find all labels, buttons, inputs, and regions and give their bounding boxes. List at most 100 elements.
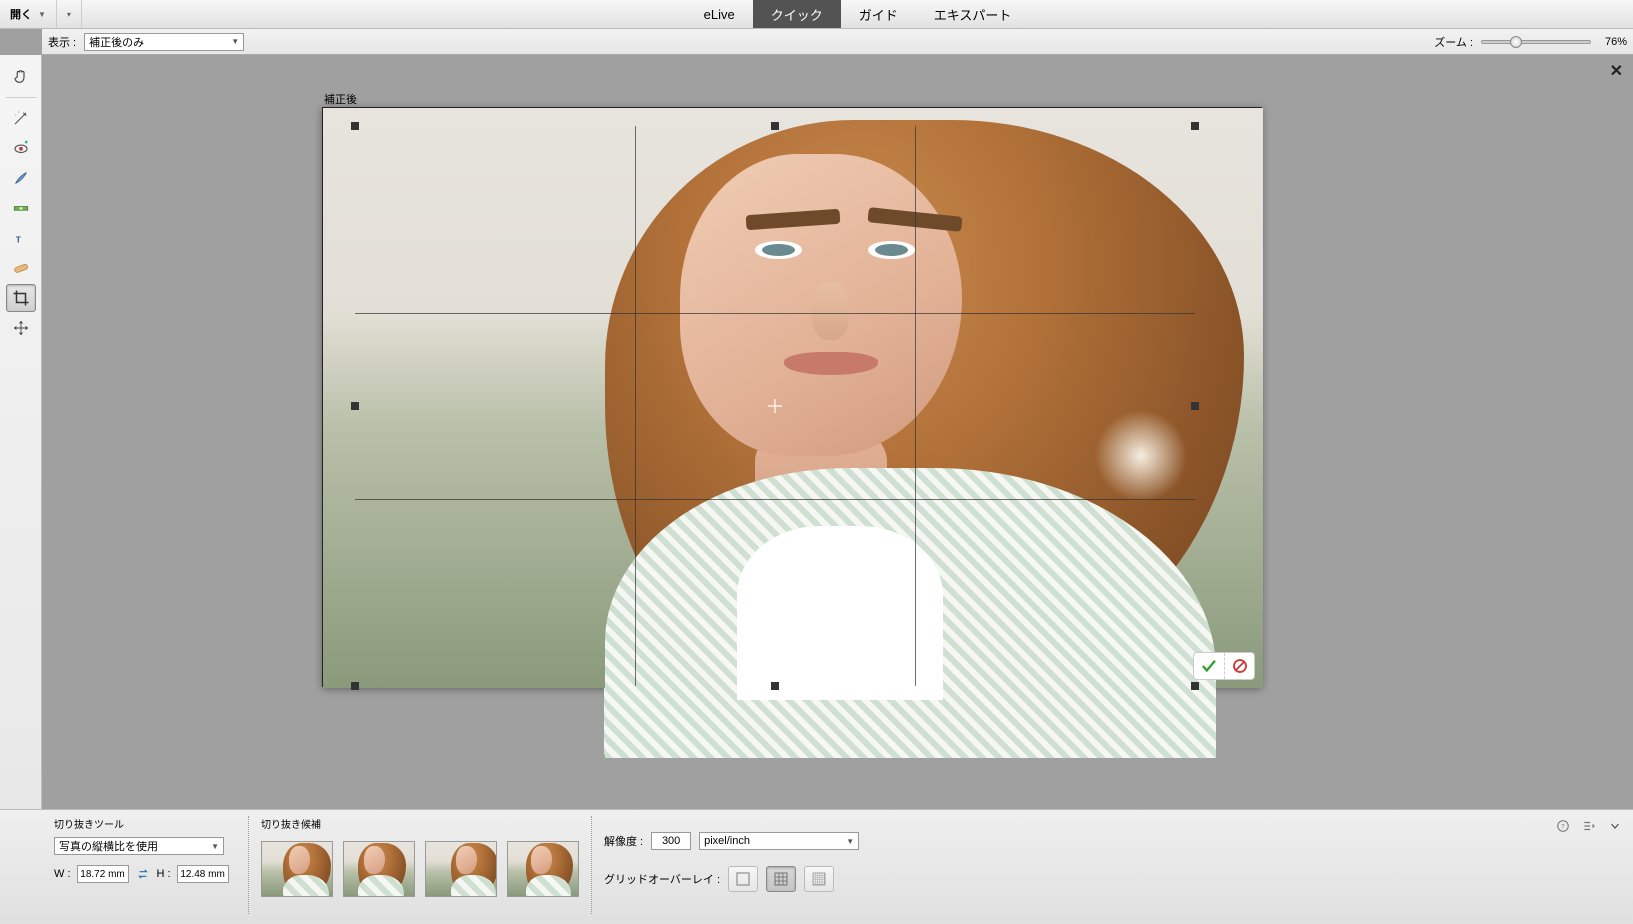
zoom-slider[interactable] (1481, 40, 1591, 44)
crop-center-icon (768, 399, 782, 413)
crop-icon (12, 289, 30, 307)
cancel-icon (1231, 657, 1249, 675)
whiten-tool[interactable] (6, 164, 36, 192)
chevron-down-icon: ▼ (846, 837, 854, 846)
quick-select-tool[interactable] (6, 104, 36, 132)
top-bar: 開く ▼ ▾ eLive クイック ガイド エキスパート (0, 0, 1633, 29)
close-document-button[interactable]: ✕ (1610, 61, 1623, 81)
svg-text:?: ? (1561, 823, 1565, 830)
bandaid-icon (12, 259, 30, 277)
level-icon (12, 199, 30, 217)
view-label: 表示 : (48, 34, 76, 50)
overlay-none-icon (734, 870, 752, 888)
crop-options-group: 切り抜きツール 写真の縦横比を使用 ▼ W : H : (54, 816, 236, 914)
crop-region[interactable] (355, 126, 1195, 686)
crop-suggestions-group: 切り抜き候補 (261, 816, 579, 914)
crop-handle-ml[interactable] (351, 402, 359, 410)
magnifier-icon (12, 55, 30, 56)
crop-suggestion-2[interactable] (343, 841, 415, 897)
chevron-down-icon (1609, 820, 1621, 832)
overlay-label: グリッドオーバーレイ : (604, 871, 720, 887)
width-input[interactable] (77, 865, 129, 883)
overlay-none-button[interactable] (728, 866, 758, 892)
swap-wh-button[interactable] (135, 866, 151, 882)
crop-handle-bl[interactable] (351, 682, 359, 690)
tab-elive[interactable]: eLive (686, 0, 753, 28)
canvas-area: ✕ 補正後 (42, 55, 1633, 809)
commit-crop-button[interactable] (1194, 653, 1224, 679)
crop-grid-line (915, 126, 916, 686)
zoom-tool[interactable] (6, 55, 36, 61)
hand-icon (12, 68, 30, 86)
resolution-input[interactable] (651, 832, 691, 850)
chevron-down-icon: ▼ (211, 842, 219, 851)
image-frame (322, 107, 1262, 687)
crop-suggestion-4[interactable] (507, 841, 579, 897)
main-row: T ✕ 補正後 (0, 55, 1633, 809)
resolution-unit-value: pixel/inch (704, 835, 750, 847)
overlay-thirds-icon (772, 870, 790, 888)
aspect-ratio-dropdown[interactable]: 写真の縦横比を使用 ▼ (54, 837, 224, 855)
mode-tabs: eLive クイック ガイド エキスパート (686, 0, 1030, 28)
panel-controls: ? (1555, 818, 1623, 834)
tab-guide[interactable]: ガイド (841, 0, 916, 28)
straighten-tool[interactable] (6, 194, 36, 222)
view-value: 補正後のみ (89, 34, 144, 50)
zoom-label: ズーム : (1434, 34, 1473, 50)
tab-quick[interactable]: クイック (753, 0, 841, 28)
hand-tool[interactable] (6, 63, 36, 91)
move-icon (12, 319, 30, 337)
crop-handle-br[interactable] (1191, 682, 1199, 690)
crop-tool[interactable] (6, 284, 36, 312)
panel-menu-button[interactable] (1581, 818, 1597, 834)
options-bar: 表示 : 補正後のみ ▼ ズーム : 76% (42, 29, 1633, 55)
crop-suggestion-3[interactable] (425, 841, 497, 897)
resolution-group: 解像度 : pixel/inch ▼ グリッドオーバーレイ : (604, 816, 859, 914)
brush-icon (12, 169, 30, 187)
width-label: W : (54, 868, 71, 880)
text-icon: T (12, 229, 30, 247)
check-icon (1200, 657, 1218, 675)
zoom-value: 76% (1599, 36, 1627, 48)
crop-grid-line (635, 126, 636, 686)
chevron-down-icon: ▼ (231, 37, 239, 46)
crop-handle-tm[interactable] (771, 122, 779, 130)
resolution-label: 解像度 : (604, 833, 643, 849)
height-label: H : (157, 868, 171, 880)
collapse-panel-button[interactable] (1607, 818, 1623, 834)
after-label: 補正後 (324, 91, 357, 107)
chevron-down-icon: ▼ (38, 10, 46, 19)
crop-suggestion-1[interactable] (261, 841, 333, 897)
open-dropdown[interactable]: ▾ (57, 0, 82, 28)
redeye-tool[interactable] (6, 134, 36, 162)
text-tool[interactable]: T (6, 224, 36, 252)
zoom-slider-thumb[interactable] (1510, 36, 1522, 48)
view-dropdown[interactable]: 補正後のみ ▼ (84, 33, 244, 51)
tab-expert[interactable]: エキスパート (916, 0, 1030, 28)
crop-handle-tl[interactable] (351, 122, 359, 130)
help-button[interactable]: ? (1555, 818, 1571, 834)
wand-icon (12, 109, 30, 127)
tool-column: T (0, 55, 42, 809)
crop-handle-tr[interactable] (1191, 122, 1199, 130)
crop-tool-title: 切り抜きツール (54, 816, 236, 831)
crop-handle-bm[interactable] (771, 682, 779, 690)
app-root: 開く ▼ ▾ eLive クイック ガイド エキスパート 表示 : 補正後のみ … (0, 0, 1633, 924)
crop-handle-mr[interactable] (1191, 402, 1199, 410)
move-tool[interactable] (6, 314, 36, 342)
swap-icon (136, 867, 150, 881)
height-input[interactable] (177, 865, 229, 883)
spot-heal-tool[interactable] (6, 254, 36, 282)
menu-icon (1582, 819, 1596, 833)
resolution-unit-dropdown[interactable]: pixel/inch ▼ (699, 832, 859, 850)
overlay-grid-icon (810, 870, 828, 888)
crop-grid-line (355, 313, 1195, 314)
overlay-thirds-button[interactable] (766, 866, 796, 892)
tool-options-panel: 切り抜きツール 写真の縦横比を使用 ▼ W : H : 切り抜き候補 (0, 809, 1633, 924)
crop-grid-line (355, 499, 1195, 500)
cancel-crop-button[interactable] (1224, 653, 1254, 679)
svg-text:T: T (15, 236, 20, 245)
suggestions-title: 切り抜き候補 (261, 816, 579, 831)
overlay-grid-button[interactable] (804, 866, 834, 892)
open-button[interactable]: 開く ▼ (0, 0, 57, 28)
